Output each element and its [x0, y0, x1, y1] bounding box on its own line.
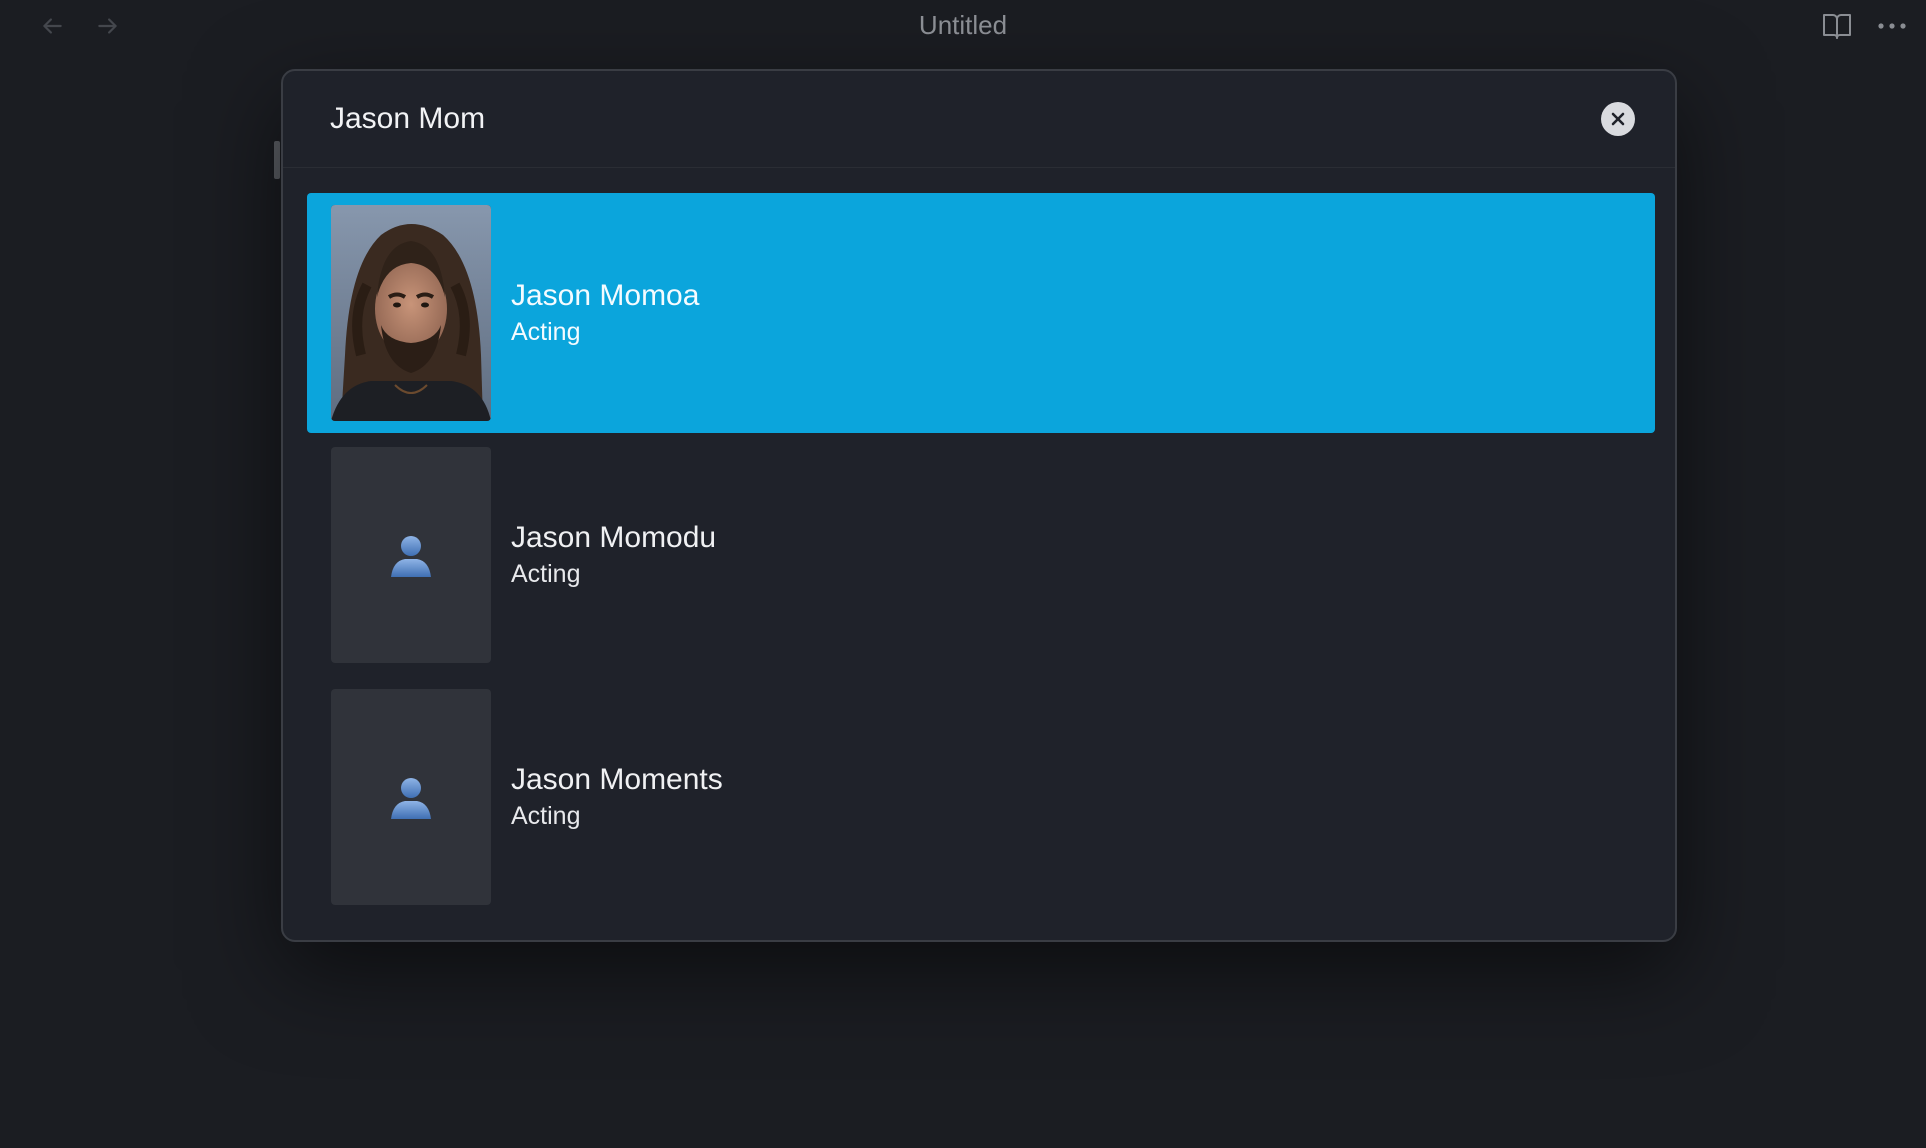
- title-bar: Untitled: [0, 0, 1926, 52]
- person-icon: [391, 536, 431, 577]
- person-name: Jason Momoa: [511, 279, 700, 312]
- window-title: Untitled: [918, 10, 1008, 40]
- result-row-jason-momoa[interactable]: Jason Momoa Acting: [307, 193, 1655, 433]
- person-icon: [391, 778, 431, 819]
- person-search-modal: Jason Momoa Acting Jason Mo: [281, 69, 1677, 942]
- close-circle-icon: [1611, 112, 1625, 126]
- search-input[interactable]: [330, 97, 1450, 141]
- person-department: Acting: [511, 318, 581, 346]
- ellipsis-icon: [1878, 23, 1906, 29]
- editor-caret: [274, 141, 280, 179]
- more-options-button[interactable]: [1872, 8, 1912, 44]
- reader-mode-button[interactable]: [1817, 8, 1857, 44]
- person-name: Jason Moments: [511, 763, 723, 796]
- clear-search-button[interactable]: [1601, 102, 1635, 136]
- book-open-icon: [1823, 14, 1851, 39]
- result-text: Jason Momoa Acting: [511, 277, 699, 349]
- result-text: Jason Momodu Acting: [511, 519, 716, 591]
- person-photo: [331, 205, 491, 421]
- result-row-jason-momodu[interactable]: Jason Momodu Acting: [307, 435, 1655, 675]
- person-photo-placeholder: [331, 447, 491, 663]
- person-photo-placeholder: [331, 689, 491, 905]
- person-department: Acting: [511, 802, 581, 830]
- person-name: Jason Momodu: [511, 521, 717, 554]
- modal-header: [283, 71, 1675, 168]
- result-text: Jason Moments Acting: [511, 761, 723, 833]
- results-list: Jason Momoa Acting Jason Momodu Acting J…: [307, 193, 1655, 917]
- person-department: Acting: [511, 560, 581, 588]
- result-row-jason-moments[interactable]: Jason Moments Acting: [307, 677, 1655, 917]
